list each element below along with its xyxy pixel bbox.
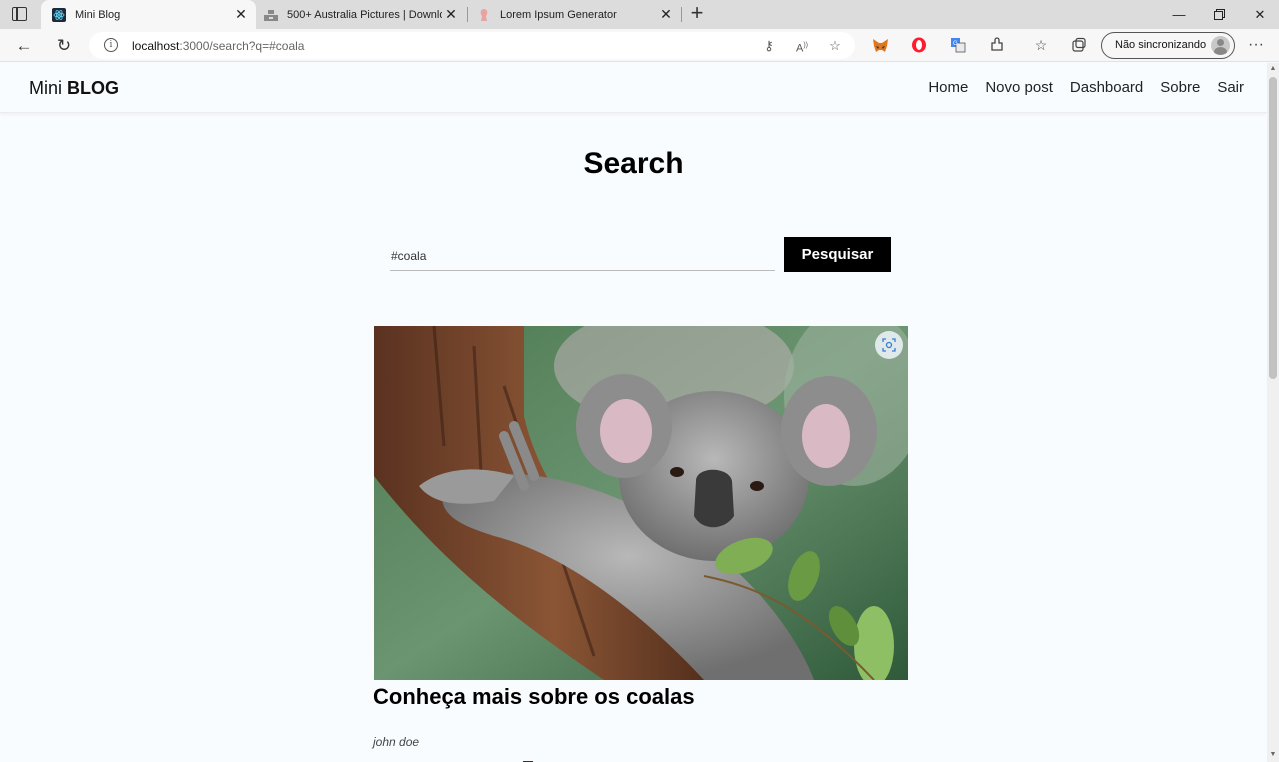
nav-sobre[interactable]: Sobre <box>1160 79 1200 96</box>
tab-title: Mini Blog <box>75 8 121 21</box>
close-tab-icon[interactable]: ✕ <box>232 6 250 23</box>
tab-australia-pictures[interactable]: 500+ Australia Pictures | Download ✕ <box>258 0 464 29</box>
reload-icon[interactable]: ↻ <box>51 33 77 59</box>
react-favicon-icon <box>52 7 66 22</box>
back-icon[interactable]: ← <box>11 33 37 59</box>
nav-sair[interactable]: Sair <box>1217 79 1244 96</box>
collections-icon[interactable] <box>1069 35 1089 55</box>
tab-lorem-ipsum[interactable]: Lorem Ipsum Generator ✕ <box>471 0 679 29</box>
page-viewport: Mini BLOG Home Novo post Dashboard Sobre… <box>0 63 1267 762</box>
page-scrollbar[interactable]: ▲ ▼ <box>1267 63 1279 762</box>
close-tab-icon[interactable]: ✕ <box>442 6 460 23</box>
read-aloud-icon[interactable]: A)) <box>792 36 812 56</box>
post-title[interactable]: Conheça mais sobre os coalas <box>373 684 695 710</box>
brand-logo[interactable]: Mini BLOG <box>29 78 119 99</box>
new-tab-icon[interactable]: + <box>686 2 708 25</box>
close-window-icon[interactable]: ✕ <box>1240 0 1279 29</box>
translate-icon[interactable]: G <box>948 35 968 55</box>
lorem-favicon-icon <box>480 8 488 21</box>
post-image <box>374 326 908 680</box>
tab-title: Lorem Ipsum Generator <box>500 8 617 21</box>
visual-search-icon[interactable] <box>875 331 903 359</box>
url-text[interactable]: localhost:3000/search?q=#coala <box>132 39 304 53</box>
tab-mini-blog[interactable]: Mini Blog ✕ <box>41 0 256 29</box>
profile-button[interactable]: Não sincronizando <box>1101 32 1235 59</box>
svg-text:G: G <box>953 41 958 47</box>
extensions-icon[interactable] <box>987 35 1007 55</box>
search-button[interactable]: Pesquisar <box>784 237 891 272</box>
avatar-icon <box>1211 36 1230 55</box>
tab-strip: Mini Blog ✕ 500+ Australia Pictures | Do… <box>0 0 1279 29</box>
scroll-down-icon[interactable]: ▼ <box>1269 751 1277 758</box>
nav-dashboard[interactable]: Dashboard <box>1070 79 1143 96</box>
key-icon[interactable]: ⚷ <box>759 36 779 56</box>
scroll-up-icon[interactable]: ▲ <box>1269 65 1277 72</box>
close-tab-icon[interactable]: ✕ <box>657 6 675 23</box>
post-author: john doe <box>373 735 420 749</box>
favorites-icon[interactable]: ☆ <box>1031 35 1051 55</box>
restore-icon[interactable] <box>1199 0 1239 29</box>
profile-label: Não sincronizando <box>1115 39 1207 51</box>
opera-icon[interactable] <box>909 35 929 55</box>
minimize-icon[interactable]: — <box>1159 0 1199 29</box>
address-toolbar: ← ↻ i localhost:3000/search?q=#coala ⚷ A… <box>0 29 1279 62</box>
url-field[interactable]: i localhost:3000/search?q=#coala ⚷ A)) ☆ <box>89 32 855 59</box>
search-input[interactable] <box>390 241 775 271</box>
nav-novo-post[interactable]: Novo post <box>985 79 1053 96</box>
add-favorite-icon[interactable]: ☆ <box>825 36 845 56</box>
more-options-icon[interactable]: ··· <box>1246 35 1266 55</box>
metamask-icon[interactable] <box>870 35 890 55</box>
tab-separator <box>467 7 468 22</box>
site-navbar: Mini BLOG Home Novo post Dashboard Sobre… <box>0 63 1267 113</box>
nav-menu: Home Novo post Dashboard Sobre Sair <box>928 79 1244 96</box>
tab-actions-icon[interactable] <box>12 7 27 21</box>
scrollbar-thumb[interactable] <box>1269 77 1277 379</box>
nav-home[interactable]: Home <box>928 79 968 96</box>
tab-separator <box>681 7 682 22</box>
page-title: Search <box>583 147 684 180</box>
unsplash-favicon-icon <box>264 9 278 21</box>
tab-title: 500+ Australia Pictures | Download <box>287 8 442 21</box>
site-info-icon[interactable]: i <box>104 38 118 52</box>
